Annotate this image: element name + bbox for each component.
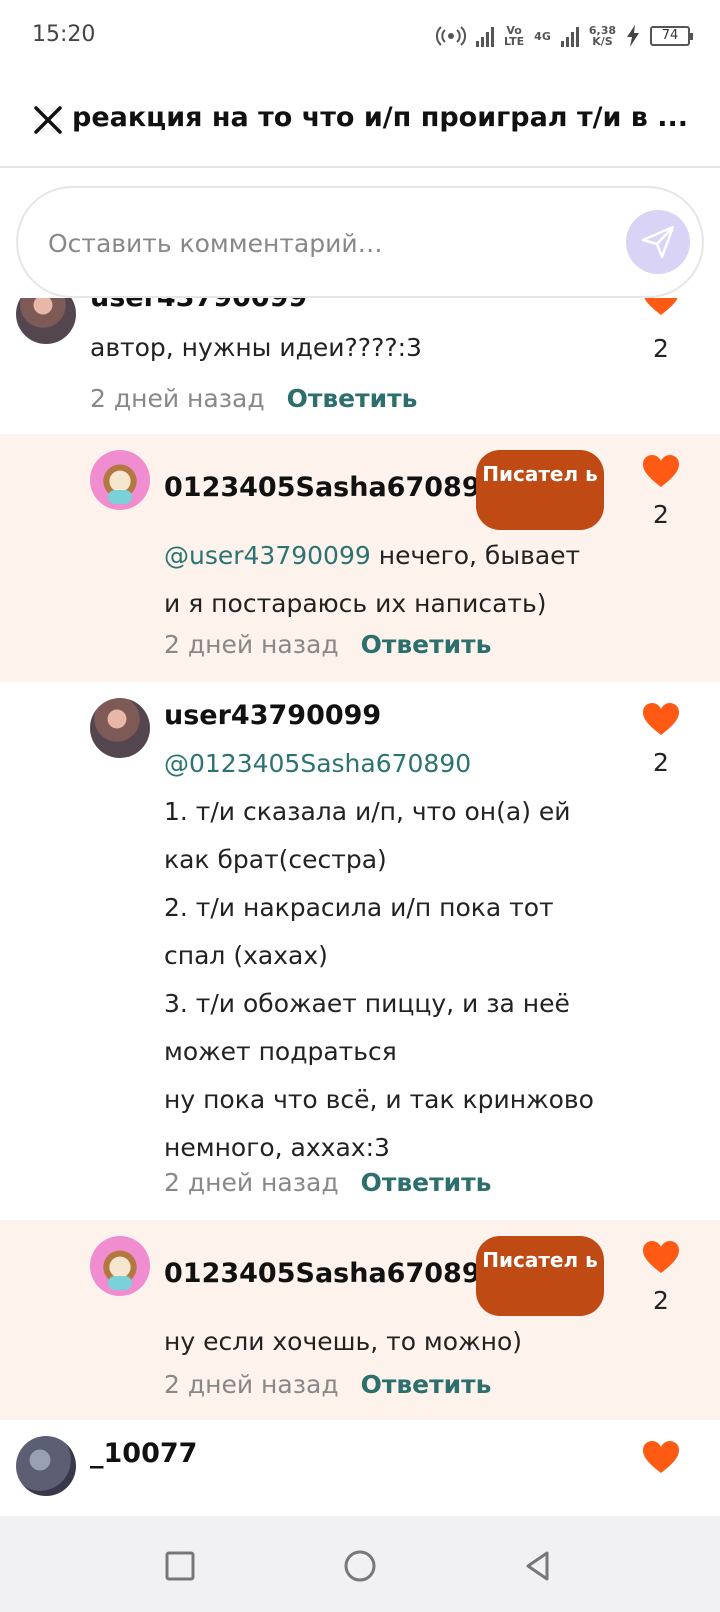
battery-level: 74 — [650, 26, 693, 46]
comment-username[interactable]: _10077 — [90, 1438, 197, 1469]
reply-button[interactable]: Ответить — [361, 1370, 492, 1399]
comment-username[interactable]: 0123405Sasha670890 — [164, 1258, 499, 1289]
comment-meta: 2 дней назад Ответить — [164, 1168, 491, 1197]
comment-text: ну если хочешь, то можно) — [164, 1327, 523, 1356]
avatar[interactable] — [16, 1436, 76, 1496]
comment-meta: 2 дней назад Ответить — [164, 1370, 491, 1399]
close-button[interactable] — [30, 102, 66, 138]
status-time: 15:20 — [32, 22, 96, 47]
mention-link[interactable]: @user43790099 — [164, 541, 371, 570]
charging-icon — [627, 25, 639, 47]
home-circle-icon[interactable] — [340, 1546, 380, 1586]
avatar[interactable] — [16, 298, 76, 344]
comment-item: _10077 — [0, 1420, 720, 1516]
comment-username[interactable]: 0123405Sasha670890 — [164, 472, 499, 503]
network-2-label: LTE — [503, 35, 525, 48]
comment-item: user43790099 автор, нужны идеи????:3 2 д… — [0, 298, 720, 434]
reply-button[interactable]: Ответить — [287, 384, 418, 413]
page-title: реакция на то что и/п проиграл т/и в ... — [72, 102, 689, 133]
speed-unit: K/S — [592, 35, 613, 48]
like-count: 2 — [653, 334, 669, 363]
hotspot-icon — [435, 26, 466, 46]
send-icon — [641, 225, 675, 259]
reply-button[interactable]: Ответить — [361, 1168, 492, 1197]
volte-indicator: Vo LTE — [504, 25, 524, 47]
comment-input[interactable] — [48, 218, 588, 268]
avatar[interactable] — [90, 698, 150, 758]
send-button[interactable] — [626, 210, 690, 274]
comment-item: 0123405Sasha670890 Писател ь @user437900… — [0, 434, 720, 682]
comment-username[interactable]: user43790099 — [164, 700, 381, 731]
like-count: 2 — [653, 1286, 669, 1315]
comment-meta: 2 дней назад Ответить — [90, 384, 417, 413]
signal-1-icon — [475, 25, 494, 47]
system-nav-bar — [0, 1516, 720, 1612]
comment-text: @user43790099 нечего, бывает и я постара… — [164, 532, 580, 628]
avatar[interactable] — [90, 450, 150, 510]
writer-badge: Писател ь — [476, 450, 604, 530]
comments-feed[interactable]: user43790099 автор, нужны идеи????:3 2 д… — [0, 298, 720, 1516]
writer-badge: Писател ь — [476, 1236, 604, 1316]
comment-item: user43790099 @0123405Sasha670890 1. т/и … — [0, 682, 720, 1220]
signal-2-icon — [560, 25, 579, 47]
comment-text: 1. т/и сказала и/п, что он(а) ей как бра… — [164, 797, 594, 1162]
mention-link[interactable]: @0123405Sasha670890 — [164, 740, 471, 788]
header: реакция на то что и/п проиграл т/и в ... — [0, 74, 720, 168]
like-count: 2 — [653, 748, 669, 777]
heart-icon[interactable] — [642, 1440, 680, 1474]
comment-meta: 2 дней назад Ответить — [164, 630, 491, 659]
heart-icon[interactable] — [642, 702, 680, 736]
speed-indicator: 6,38 K/S — [589, 25, 616, 47]
heart-icon[interactable] — [642, 1240, 680, 1274]
comment-composer — [16, 186, 704, 298]
avatar[interactable] — [90, 1236, 150, 1296]
comment-username[interactable]: user43790099 — [90, 298, 307, 313]
comment-time: 2 дней назад — [164, 1370, 339, 1399]
comment-time: 2 дней назад — [164, 630, 339, 659]
heart-icon[interactable] — [642, 454, 680, 488]
status-icons: Vo LTE 4G 6,38 K/S 74 — [435, 22, 693, 50]
comment-item: 0123405Sasha670890 Писател ь ну если хоч… — [0, 1220, 720, 1420]
reply-button[interactable]: Ответить — [361, 630, 492, 659]
home-square-icon[interactable] — [160, 1546, 200, 1586]
like-count: 2 — [653, 500, 669, 529]
heart-icon[interactable] — [642, 298, 680, 316]
network-3-label: 4G — [534, 29, 551, 43]
back-triangle-icon[interactable] — [518, 1546, 558, 1586]
comment-time: 2 дней назад — [90, 384, 265, 413]
comment-time: 2 дней назад — [164, 1168, 339, 1197]
comment-text: автор, нужны идеи????:3 — [90, 333, 422, 362]
close-icon — [34, 106, 62, 134]
status-bar: 15:20 Vo LTE 4G 6,38 K/S 74 — [0, 0, 720, 74]
